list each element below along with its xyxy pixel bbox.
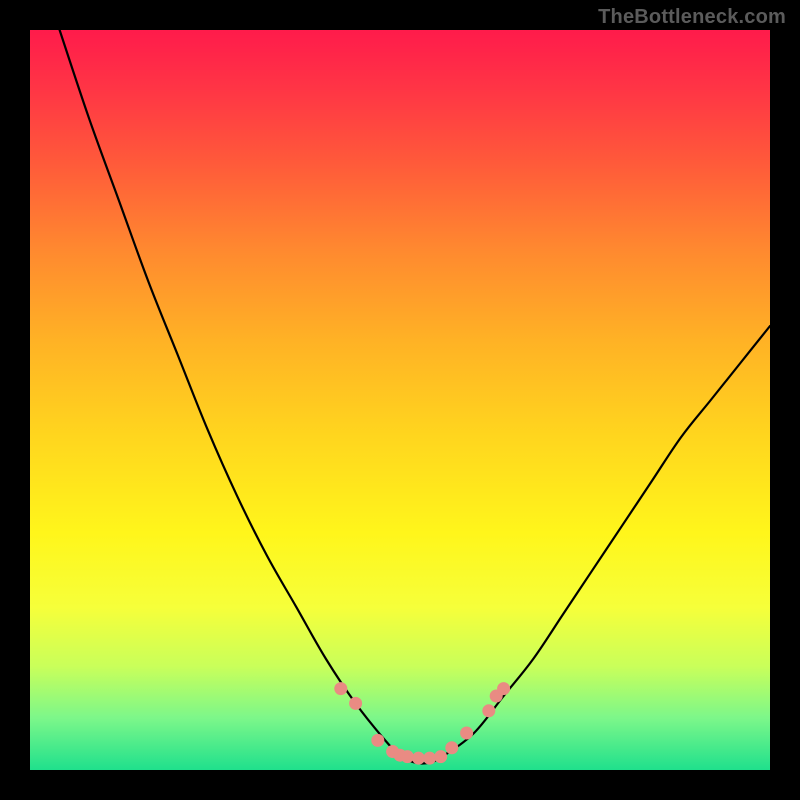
trough-marker <box>497 682 510 695</box>
bottleneck-curve <box>60 30 770 764</box>
plot-area <box>30 30 770 770</box>
trough-marker <box>334 682 347 695</box>
trough-marker <box>445 741 458 754</box>
trough-marker <box>460 727 473 740</box>
chart-frame: TheBottleneck.com <box>0 0 800 800</box>
trough-marker <box>482 704 495 717</box>
trough-marker <box>423 752 436 765</box>
trough-marker <box>412 752 425 765</box>
trough-marker <box>401 750 414 763</box>
trough-marker <box>371 734 384 747</box>
trough-marker <box>434 750 447 763</box>
watermark-text: TheBottleneck.com <box>598 6 786 29</box>
curve-layer <box>30 30 770 770</box>
trough-marker <box>349 697 362 710</box>
